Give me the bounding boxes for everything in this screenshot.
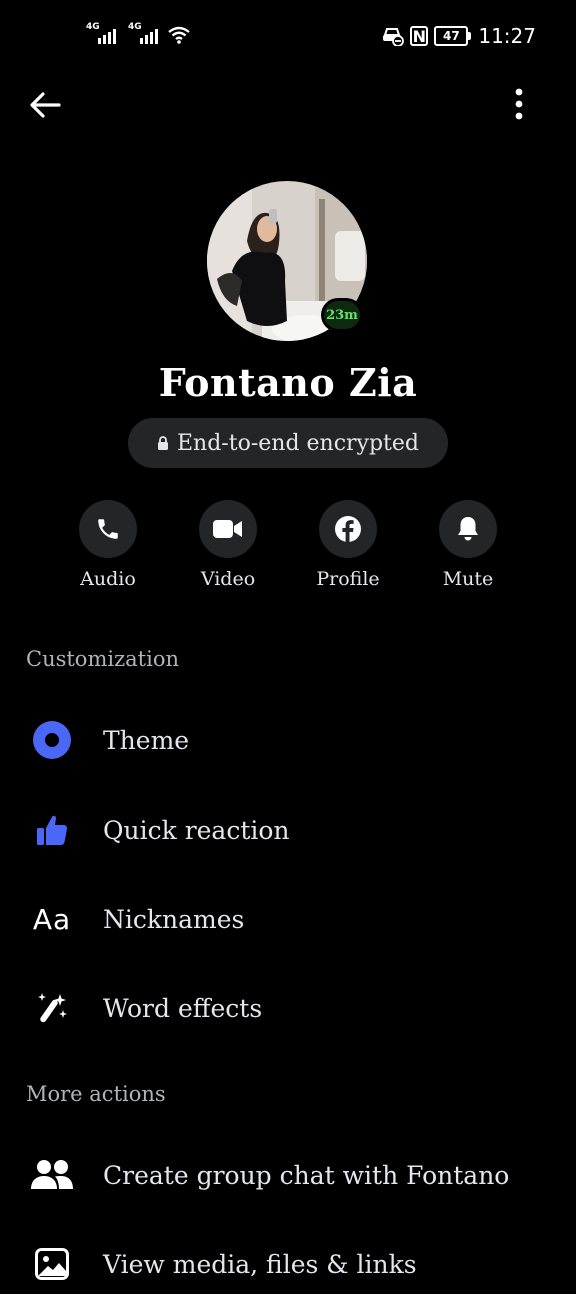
profile-button[interactable]: Profile bbox=[288, 500, 408, 590]
word-effects-item[interactable]: Word effects bbox=[26, 978, 556, 1038]
sparkle-wand-icon bbox=[26, 982, 78, 1034]
image-icon bbox=[26, 1238, 78, 1290]
view-media-label: View media, files & links bbox=[103, 1249, 417, 1279]
back-button[interactable] bbox=[26, 86, 64, 124]
nicknames-item[interactable]: Aa Nicknames bbox=[26, 889, 556, 949]
theme-circle-icon bbox=[26, 714, 78, 766]
encryption-label: End-to-end encrypted bbox=[176, 430, 419, 456]
status-time: 11:27 bbox=[478, 24, 536, 48]
customization-header: Customization bbox=[26, 647, 179, 671]
sim2-signal-icon: 4G bbox=[128, 22, 158, 44]
wifi-icon bbox=[168, 26, 190, 44]
battery-icon: 47 bbox=[434, 26, 472, 46]
audio-call-button[interactable]: Audio bbox=[48, 500, 168, 590]
more-options-button[interactable] bbox=[500, 84, 538, 124]
facebook-icon bbox=[335, 516, 361, 542]
audio-call-circle bbox=[79, 500, 137, 558]
quick-reaction-label: Quick reaction bbox=[103, 815, 290, 845]
status-right-group: N 47 11:27 bbox=[382, 24, 536, 48]
video-call-button[interactable]: Video bbox=[168, 500, 288, 590]
status-bar: 4G 4G N 47 11:27 bbox=[0, 0, 576, 72]
contact-name: Fontano Zia bbox=[158, 360, 418, 405]
more-actions-header: More actions bbox=[26, 1082, 166, 1106]
mute-button[interactable]: Mute bbox=[408, 500, 528, 590]
active-time-label: 23m bbox=[324, 301, 360, 329]
signal-group: 4G 4G bbox=[86, 22, 190, 44]
lock-icon bbox=[157, 436, 168, 450]
sim1-signal-icon: 4G bbox=[86, 22, 116, 44]
audio-call-label: Audio bbox=[80, 568, 136, 590]
sim1-network-label: 4G bbox=[86, 22, 100, 32]
encryption-badge[interactable]: End-to-end encrypted bbox=[128, 418, 448, 468]
profile-avatar[interactable]: 23m bbox=[207, 181, 367, 341]
create-group-chat-item[interactable]: Create group chat with Fontano bbox=[26, 1145, 556, 1205]
mute-label: Mute bbox=[442, 568, 494, 590]
theme-item[interactable]: Theme bbox=[26, 710, 556, 770]
view-media-item[interactable]: View media, files & links bbox=[26, 1234, 556, 1294]
bell-icon bbox=[458, 517, 478, 541]
create-group-chat-label: Create group chat with Fontano bbox=[103, 1160, 510, 1190]
arrow-left-icon bbox=[30, 92, 61, 118]
mute-circle bbox=[439, 500, 497, 558]
people-icon bbox=[26, 1149, 78, 1201]
video-camera-icon bbox=[213, 520, 242, 538]
nicknames-label: Nicknames bbox=[103, 904, 245, 934]
word-effects-label: Word effects bbox=[103, 993, 263, 1023]
phone-icon bbox=[98, 519, 118, 539]
active-time-badge: 23m bbox=[321, 298, 363, 332]
quick-reaction-item[interactable]: Quick reaction bbox=[26, 800, 556, 860]
car-mode-icon bbox=[383, 28, 405, 46]
theme-label: Theme bbox=[103, 725, 190, 755]
sim2-network-label: 4G bbox=[128, 22, 142, 32]
video-call-circle bbox=[199, 500, 257, 558]
profile-label: Profile bbox=[316, 568, 380, 590]
battery-level: 47 bbox=[443, 29, 460, 43]
vertical-dots-icon bbox=[515, 88, 523, 120]
video-call-label: Video bbox=[200, 568, 256, 590]
nfc-icon: N bbox=[410, 26, 429, 46]
aa-text-icon: Aa bbox=[32, 902, 72, 936]
thumbs-up-icon bbox=[26, 804, 78, 856]
profile-circle bbox=[319, 500, 377, 558]
